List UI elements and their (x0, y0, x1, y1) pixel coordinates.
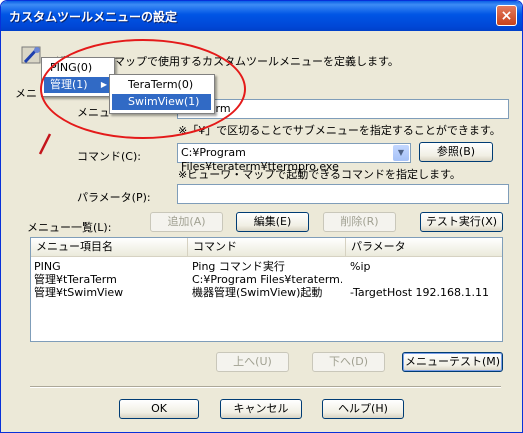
menu-list-table[interactable]: メニュー項目名 コマンド パラメータ PING Ping コマンド実行 %ip … (30, 237, 503, 342)
menu-name-input[interactable]: TeraTerm (177, 99, 509, 119)
command-hint: ※ビューワ・マップで起動できるコマンドを指定します。 (178, 168, 461, 181)
table-row[interactable]: PING Ping コマンド実行 %ip (31, 260, 502, 273)
window-title: カスタムツールメニューの設定 (9, 10, 178, 24)
submenu-item-teraterm[interactable]: TeraTerm(0) (112, 77, 211, 93)
table-cell: %ip (350, 260, 371, 273)
move-up-button[interactable]: 上へ(U) (216, 352, 289, 372)
submenu: TeraTerm(0) SwimView(1) (109, 74, 215, 114)
table-cell: 機器管理(SwimView)起動 (192, 286, 323, 299)
menu-name-label: メニュ (77, 106, 110, 119)
column-header[interactable]: コマンド (188, 238, 346, 256)
table-row[interactable]: 管理¥tSwimView 機器管理(SwimView)起動 -TargetHos… (31, 286, 502, 299)
dialog-window: カスタムツールメニューの設定 × ビ ビューワ・マップで使用するカスタムツールメ… (0, 0, 523, 433)
chevron-down-icon[interactable]: ▼ (393, 145, 409, 161)
menu-list-label: メニュー一覧(L): (27, 221, 112, 234)
test-run-button[interactable]: テスト実行(X) (420, 212, 503, 232)
ok-button[interactable]: OK (119, 399, 199, 419)
parameter-label: パラメータ(P): (77, 191, 151, 204)
add-button[interactable]: 追加(A) (150, 212, 223, 232)
table-cell: PING (34, 260, 61, 273)
menu-name-hint: ※「¥」で区切ることでサブメニューを指定することができます。 (178, 124, 501, 137)
table-header: メニュー項目名 コマンド パラメータ (31, 238, 502, 257)
edit-button[interactable]: 編集(E) (236, 212, 309, 232)
move-down-button[interactable]: 下へ(D) (312, 352, 385, 372)
tool-icon (21, 44, 43, 66)
submenu-item-swimview[interactable]: SwimView(1) (112, 94, 211, 110)
table-cell: C:¥Program Files¥teraterm... (192, 273, 342, 286)
table-row[interactable]: 管理¥tTeraTerm C:¥Program Files¥teraterm..… (31, 273, 502, 286)
menu-item-kanri[interactable]: 管理(1) ▶ (44, 77, 111, 93)
context-menu: PING(0) 管理(1) ▶ (41, 57, 115, 97)
command-combo[interactable]: C:¥Program Files¥teraterm¥ttermpro.exe ▼ (177, 143, 411, 173)
pencil-icon (37, 132, 53, 156)
title-bar: カスタムツールメニューの設定 × (1, 1, 522, 31)
menu-test-button[interactable]: メニューテスト(M) (402, 352, 503, 372)
help-button[interactable]: ヘルプ(H) (322, 399, 404, 419)
menu-item-kanri-label: 管理(1) (50, 78, 88, 91)
table-cell: 管理¥tTeraTerm (34, 273, 117, 286)
column-header[interactable]: パラメータ (346, 238, 502, 256)
close-button[interactable]: × (496, 5, 517, 26)
table-cell: -TargetHost 192.168.1.11 (350, 286, 490, 299)
separator (30, 386, 501, 388)
command-label: コマンド(C): (77, 150, 141, 163)
column-header[interactable]: メニュー項目名 (31, 238, 188, 256)
browse-button[interactable]: 参照(B) (419, 142, 493, 162)
group-label: メニ (15, 87, 37, 100)
submenu-arrow-icon: ▶ (100, 80, 107, 89)
table-cell: 管理¥tSwimView (34, 286, 124, 299)
table-cell: Ping コマンド実行 (192, 260, 285, 273)
cancel-button[interactable]: キャンセル (220, 399, 302, 419)
menu-item-ping[interactable]: PING(0) (44, 60, 111, 76)
parameter-input[interactable] (177, 184, 509, 204)
delete-button[interactable]: 削除(R) (323, 212, 396, 232)
